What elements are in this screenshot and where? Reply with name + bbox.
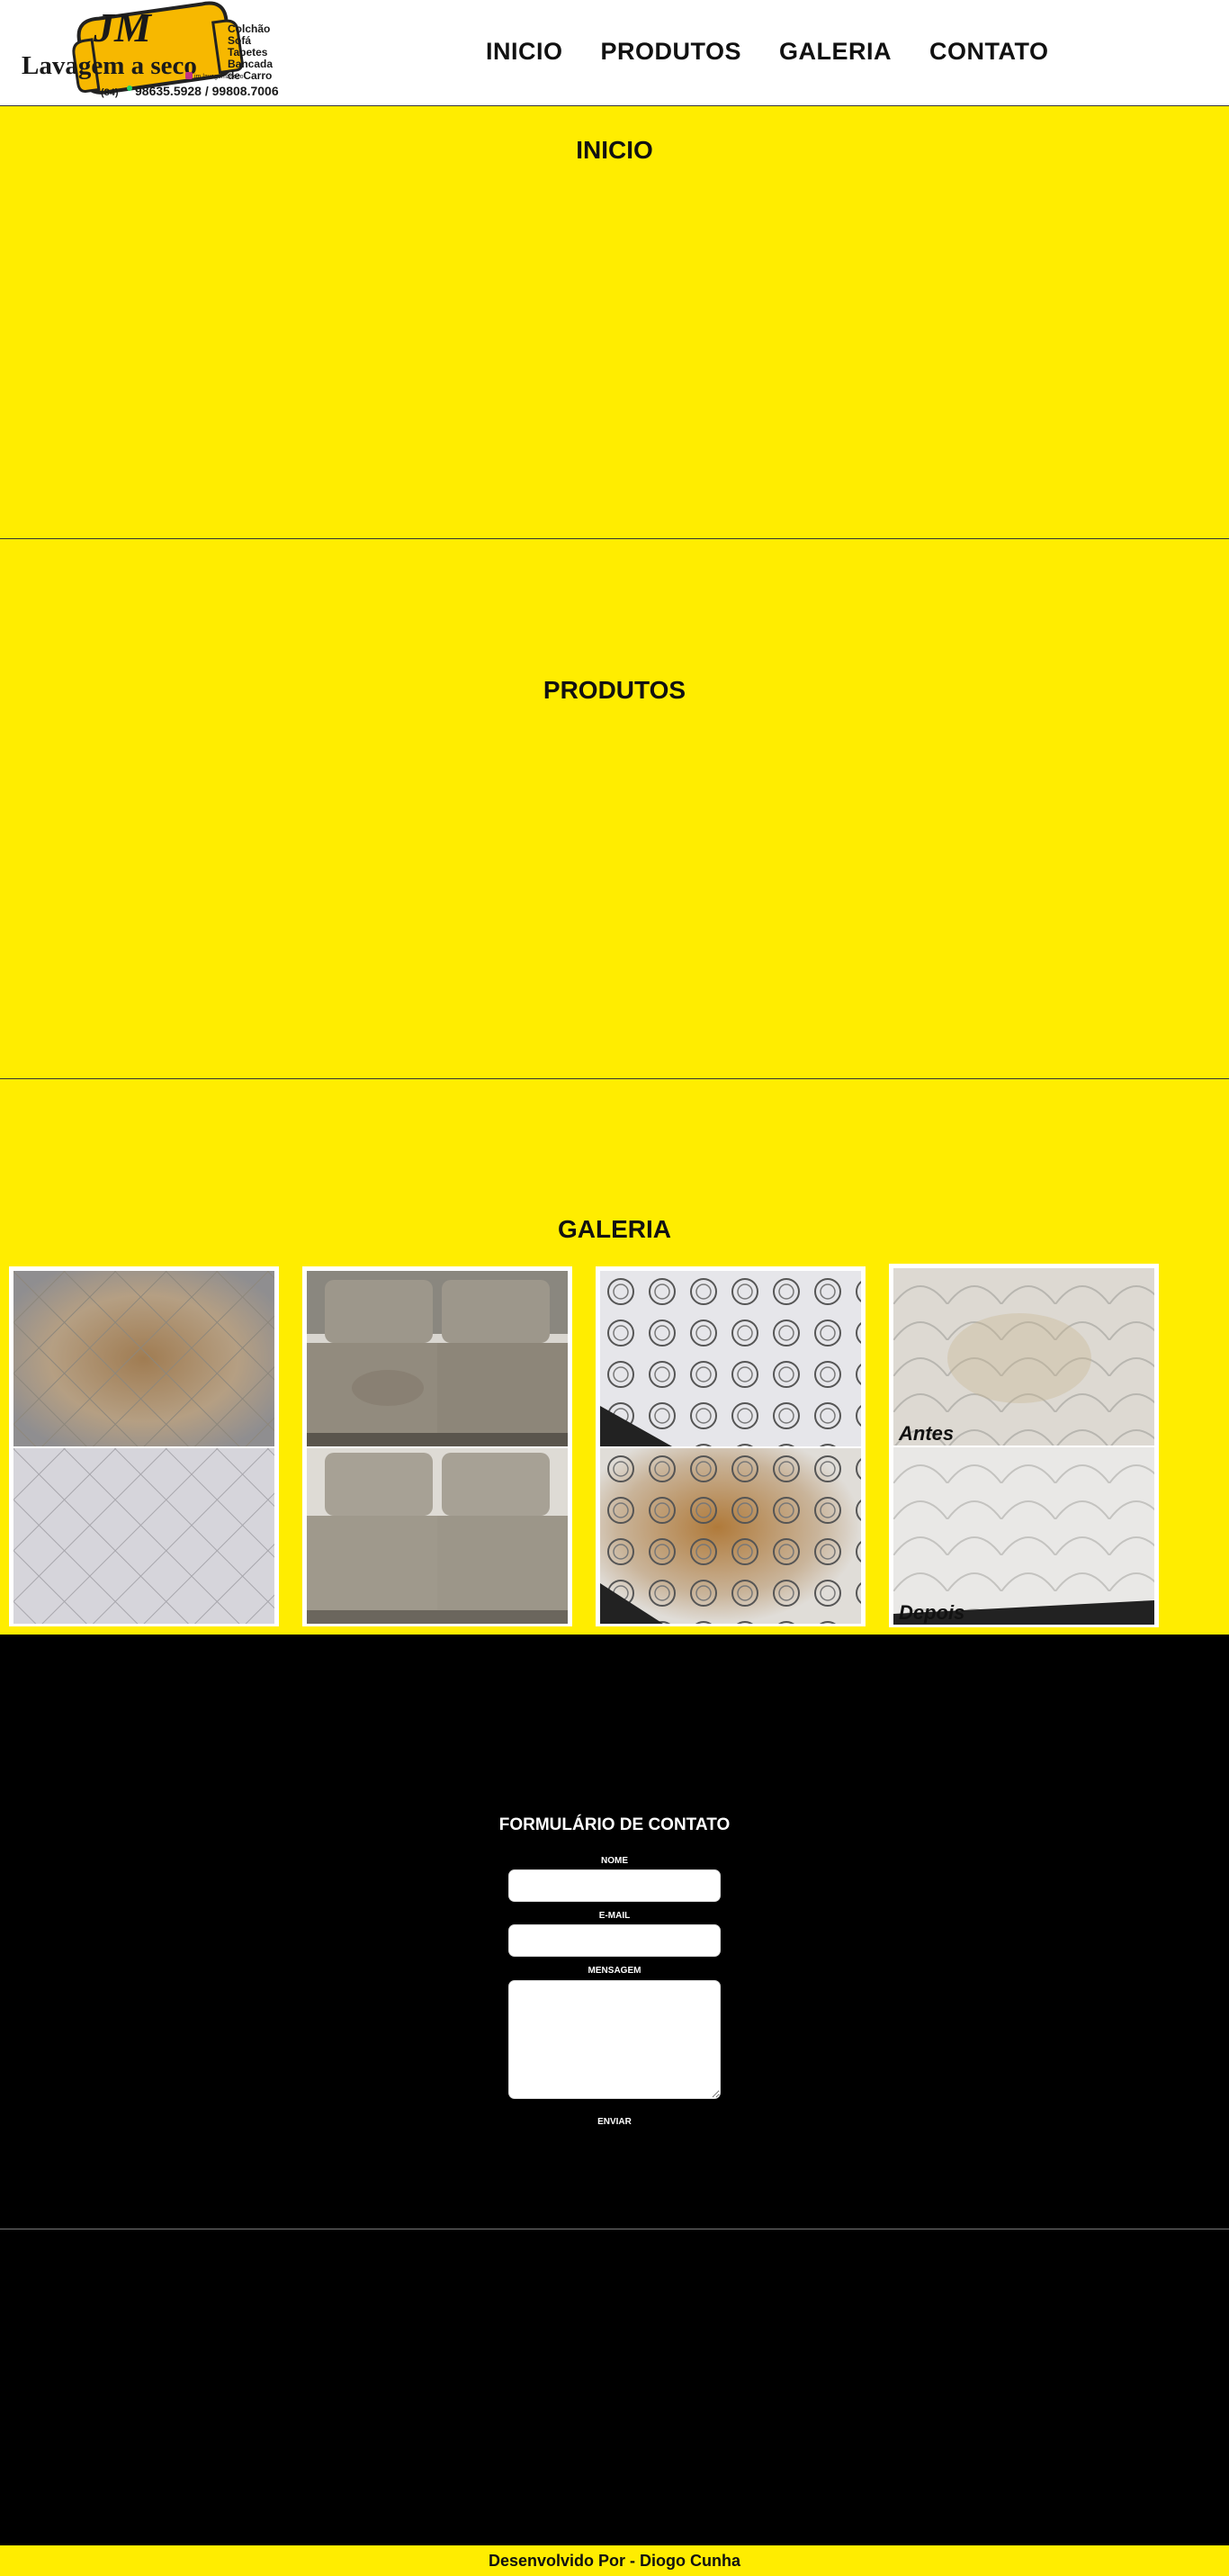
section-produtos: PRODUTOS (0, 539, 1229, 1079)
section-title-inicio: INICIO (576, 136, 653, 164)
site-header: JM Lavagem a seco Colchão Sofá Tapetes B… (0, 0, 1229, 106)
site-footer: Desenvolvido Por - Diogo Cunha (0, 2545, 1229, 2576)
email-input[interactable] (508, 1924, 721, 1957)
gallery-label-after: Depois (899, 1601, 965, 1624)
section-inicio: INICIO (0, 106, 1229, 539)
gallery-card-mattress-white[interactable]: Antes Depois (889, 1264, 1159, 1627)
name-field-label: NOME (601, 1856, 628, 1866)
gallery-image-after[interactable] (307, 1448, 568, 1624)
gallery-image-before[interactable] (600, 1271, 861, 1446)
gallery-card-mattress-circles[interactable] (596, 1266, 866, 1626)
logo-phones: 98635.5928 / 99808.7006 (135, 84, 279, 98)
svg-text:Sofá: Sofá (228, 34, 251, 47)
section-galeria: GALERIA Antes Depois (0, 1079, 1229, 1635)
message-textarea[interactable] (508, 1980, 721, 2099)
brand-logo[interactable]: JM Lavagem a seco Colchão Sofá Tapetes B… (18, 0, 297, 101)
section-title-produtos: PRODUTOS (543, 676, 686, 704)
logo-instagram-handle: jm.lavagemaseco (193, 74, 244, 80)
send-button[interactable]: ENVIAR (570, 2112, 659, 2130)
logo-brand-text: JM (93, 5, 153, 50)
gallery-image-after[interactable] (13, 1448, 274, 1624)
nav-link-contato[interactable]: CONTATO (929, 38, 1049, 66)
gallery-card-sofa[interactable] (302, 1266, 572, 1626)
svg-text:Bancada: Bancada (228, 58, 273, 70)
main-nav: INICIO PRODUTOS GALERIA CONTATO (486, 38, 1049, 66)
gallery-card-mattress-quilted[interactable] (9, 1266, 279, 1626)
gallery-label-before: Antes (899, 1422, 955, 1445)
section-title-galeria: GALERIA (558, 1215, 671, 1243)
logo-area-code: (84) (101, 87, 119, 98)
gallery-image-after[interactable] (600, 1448, 861, 1624)
gallery-image-before[interactable] (307, 1271, 568, 1446)
instagram-icon (185, 72, 193, 79)
logo-graphic: JM Lavagem a seco Colchão Sofá Tapetes B… (22, 1, 279, 98)
nav-link-galeria[interactable]: GALERIA (779, 38, 892, 66)
svg-text:Tapetes: Tapetes (228, 46, 268, 59)
email-field-label: E-MAIL (598, 1911, 631, 1921)
svg-text:Colchão: Colchão (228, 23, 270, 35)
footer-spacer (0, 2229, 1229, 2545)
nav-link-inicio[interactable]: INICIO (486, 38, 563, 66)
contact-form-title: FORMULÁRIO DE CONTATO (498, 1815, 731, 1834)
message-field-label: MENSAGEM (588, 1966, 641, 1976)
gallery-image-before[interactable] (13, 1271, 274, 1446)
logo-tagline-text: Lavagem a seco (22, 51, 197, 80)
gallery-image-before[interactable]: Antes (893, 1268, 1154, 1446)
name-input[interactable] (508, 1869, 721, 1902)
gallery-image-after[interactable]: Depois (893, 1447, 1154, 1625)
whatsapp-icon (127, 86, 132, 91)
footer-credit: Desenvolvido Por - Diogo Cunha (488, 2552, 741, 2570)
section-contato: FORMULÁRIO DE CONTATO NOME E-MAIL MENSAG… (0, 1635, 1229, 2229)
nav-link-produtos[interactable]: PRODUTOS (601, 38, 742, 66)
